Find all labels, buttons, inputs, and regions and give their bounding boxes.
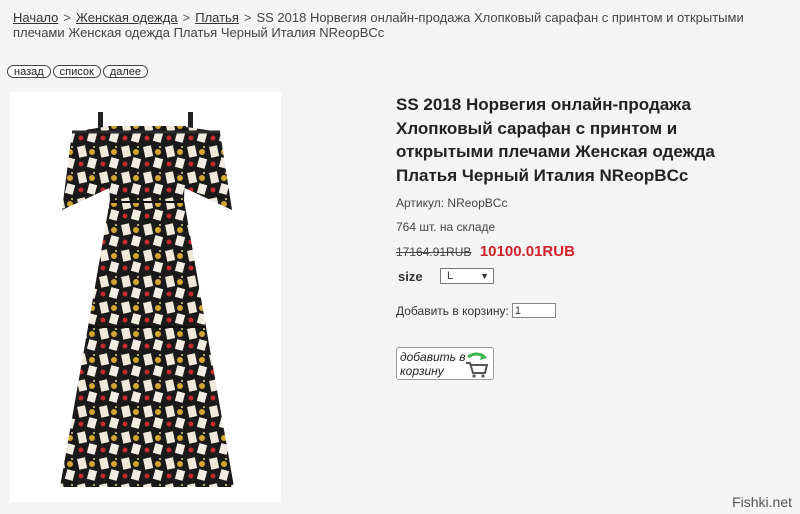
- sku-line: Артикул: NReopBCc: [396, 196, 507, 210]
- add-to-cart-button[interactable]: добавить в корзину: [396, 347, 494, 380]
- watermark: Fishki.net: [732, 494, 792, 510]
- breadcrumb-womens-clothing[interactable]: Женская одежда: [76, 10, 178, 25]
- breadcrumb: Начало > Женская одежда > Платья > SS 2018 Нор…: [13, 10, 793, 40]
- old-price: 17164.91RUB: [396, 245, 472, 259]
- sale-price: 10100.01RUB: [479, 243, 575, 260]
- sku-label: Артикул:: [396, 196, 445, 210]
- price-block: 17164.91RUB 10100.01RUB: [396, 243, 575, 261]
- size-row: size L ▼: [398, 268, 494, 284]
- dress-illustration: [60, 112, 234, 487]
- add-to-cart-label: добавить в корзину: [400, 350, 466, 378]
- product-image[interactable]: [10, 92, 281, 502]
- breadcrumb-separator: >: [182, 10, 191, 25]
- list-button[interactable]: список: [52, 65, 101, 78]
- product-navigation: назад список далее: [7, 65, 149, 78]
- product-title: SS 2018 Норвегия онлайн-продажа Хлопковы…: [396, 95, 715, 185]
- size-label: size: [398, 268, 423, 284]
- quantity-label: Добавить в корзину:: [396, 303, 509, 318]
- quantity-row: Добавить в корзину: 1: [396, 303, 556, 318]
- size-selected-value: L: [447, 270, 454, 282]
- breadcrumb-home[interactable]: Начало: [13, 10, 58, 25]
- breadcrumb-separator: >: [63, 10, 71, 25]
- shopping-cart-icon: [464, 351, 490, 383]
- next-button[interactable]: далее: [102, 65, 149, 78]
- dropdown-arrow-icon: ▼: [480, 271, 489, 281]
- breadcrumb-separator: >: [243, 10, 252, 25]
- back-button[interactable]: назад: [7, 65, 51, 78]
- stock-status: 764 шт. на складе: [396, 220, 496, 234]
- quantity-input[interactable]: 1: [511, 303, 556, 318]
- size-select[interactable]: L ▼: [440, 268, 494, 284]
- sku-value: NReopBCc: [447, 196, 508, 210]
- breadcrumb-dresses[interactable]: Платья: [195, 10, 239, 25]
